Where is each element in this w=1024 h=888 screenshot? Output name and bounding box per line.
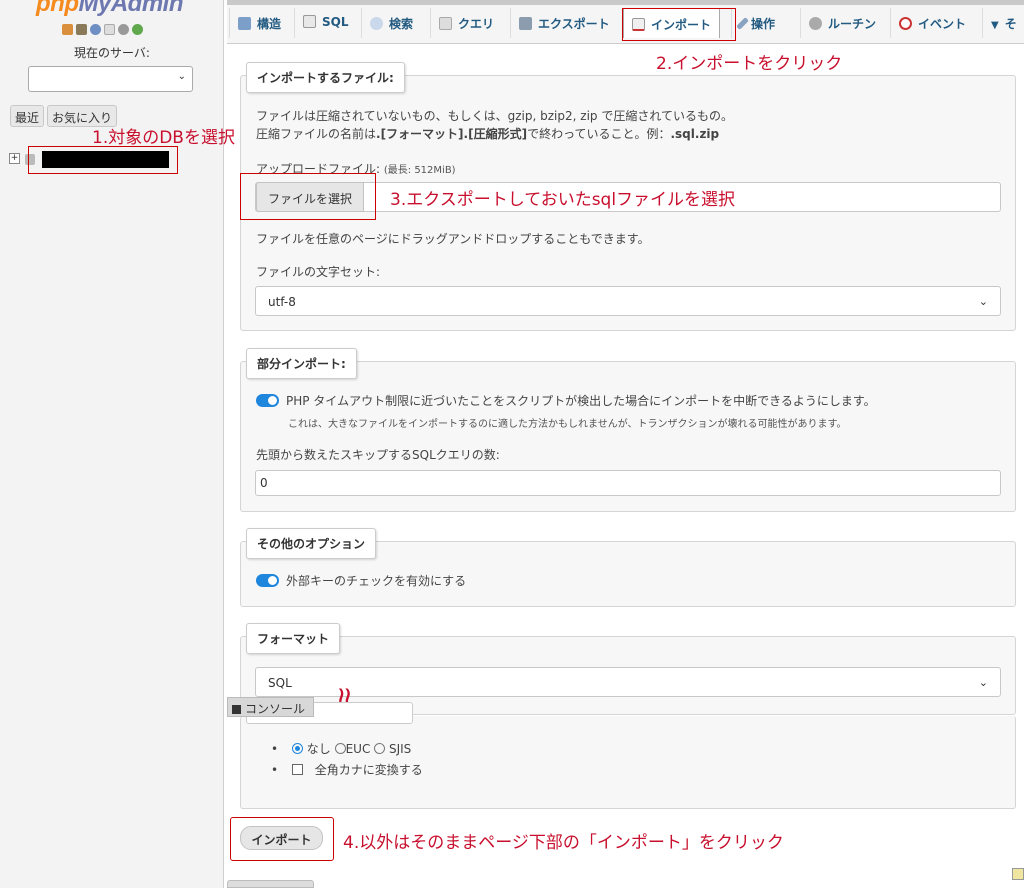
home-icon[interactable]	[62, 24, 73, 35]
kana-label: 全角カナに変換する	[314, 763, 423, 777]
skip-queries-input[interactable]: 0	[255, 470, 1001, 496]
tab-events[interactable]: イベント	[890, 8, 974, 38]
annotation-click-import-button: 4.以外はそのままページ下部の「インポート」をクリック	[343, 833, 784, 853]
file-desc-2-mid: で終わっていること。例：	[527, 127, 671, 141]
file-desc-1: ファイルは圧縮されていないもの、もしくは、gzip, bzip2, zip で圧…	[256, 109, 733, 123]
fieldset-format-options: • なし EUC SJIS • 全角カナに変換する	[240, 702, 1016, 809]
logo-text-myadmin: MyAdmin	[78, 0, 183, 17]
format-value: SQL	[268, 676, 292, 690]
tab-label: 操作	[751, 17, 776, 31]
clock-icon	[899, 17, 912, 30]
page-notes-icon[interactable]	[1012, 868, 1024, 880]
charset-label: ファイルの文字セット:	[256, 265, 381, 279]
tab-label: クエリ	[458, 17, 495, 31]
server-label: 現在のサーバ:	[74, 46, 150, 60]
tab-label: 構造	[257, 17, 282, 31]
radio-none[interactable]	[291, 743, 303, 754]
query-icon	[439, 17, 452, 30]
gear-icon[interactable]	[118, 24, 129, 35]
recent-button[interactable]: 最近	[10, 105, 45, 127]
tab-sql[interactable]: SQL	[294, 8, 357, 38]
help-icon[interactable]	[90, 24, 101, 35]
console-icon	[232, 705, 241, 714]
tab-label: イベント	[918, 17, 967, 31]
charset-value: utf-8	[268, 295, 296, 309]
tab-export[interactable]: エクスポート	[510, 8, 618, 38]
skip-queries-value: 0	[260, 476, 268, 490]
tab-search[interactable]: 検索	[361, 8, 421, 38]
logo-text-php: php	[36, 0, 79, 17]
console-toggle[interactable]: コンソール	[227, 697, 314, 717]
tab-more[interactable]: ▼ そ	[982, 8, 1024, 38]
tab-label: ルーチン	[828, 17, 877, 31]
annotation-select-db: 1.対象のDBを選択	[92, 128, 235, 148]
file-desc-2-example: .sql.zip	[670, 127, 720, 141]
allow-interrupt-label: PHP タイムアウト制限に近づいたことをスクリプトが検出した場合にインポートを中…	[286, 394, 876, 408]
docs-icon[interactable]	[104, 24, 115, 35]
tab-label: エクスポート	[538, 17, 610, 31]
wrench-icon	[736, 17, 749, 30]
fieldset-partial-import: 部分インポート: PHP タイムアウト制限に近づいたことをスクリプトが検出した場…	[240, 348, 1016, 512]
tab-structure[interactable]: 構造	[229, 8, 289, 38]
tab-operations[interactable]: 操作	[731, 8, 783, 38]
radio-sjis-label: SJIS	[388, 742, 412, 756]
bullet: •	[271, 742, 279, 756]
drag-drop-note: ファイルを任意のページにドラッグアンドドロップすることもできます。	[256, 232, 650, 246]
radio-sjis[interactable]	[374, 743, 386, 754]
annotation-click-import: 2.インポートをクリック	[656, 54, 843, 74]
bullet: •	[271, 763, 279, 777]
reload-icon[interactable]	[132, 24, 143, 35]
logout-icon[interactable]	[76, 24, 87, 35]
tab-query[interactable]: クエリ	[430, 8, 502, 38]
radio-euc-label: EUC	[345, 742, 371, 756]
legend-format: フォーマット	[246, 623, 341, 654]
file-desc-2-format: .[フォーマット].[圧縮形式]	[376, 127, 528, 141]
upload-max-size: (最長: 512MiB)	[383, 165, 456, 176]
sql-icon	[303, 15, 316, 28]
nav-icon-bar	[62, 24, 143, 35]
console-label: コンソール	[245, 702, 306, 716]
radio-none-label: なし	[306, 742, 331, 756]
format-select[interactable]: SQL ⌄	[255, 667, 1001, 697]
server-select[interactable]: ⌄	[28, 66, 193, 92]
annotation-box-choose-file	[240, 173, 376, 220]
structure-icon	[238, 17, 251, 30]
tab-label: そ	[1004, 17, 1017, 31]
legend-import-file: インポートするファイル:	[246, 62, 405, 93]
breadcrumb-strip	[227, 0, 1024, 5]
tab-label: SQL	[322, 15, 349, 29]
tab-label: 検索	[389, 17, 414, 31]
tab-routines[interactable]: ルーチン	[800, 8, 884, 38]
chevron-down-icon: ⌄	[978, 295, 988, 308]
fieldset-other-options: その他のオプション 外部キーのチェックを有効にする	[240, 528, 1016, 607]
chevron-down-icon: ▼	[991, 20, 999, 31]
foreign-key-label: 外部キーのチェックを有効にする	[286, 574, 467, 588]
charset-select[interactable]: utf-8 ⌄	[255, 286, 1001, 316]
allow-interrupt-toggle[interactable]	[256, 394, 279, 407]
tree-expand-icon[interactable]: +	[9, 153, 20, 164]
annotation-box-import-tab	[622, 8, 736, 41]
annotation-box-import-button	[230, 817, 334, 861]
kana-checkbox[interactable]	[291, 764, 303, 775]
annotation-box-db	[28, 146, 178, 174]
file-desc-2: 圧縮ファイルの名前は.[フォーマット].[圧縮形式]で終わっていること。例：.s…	[256, 125, 719, 142]
legend-partial-import: 部分インポート:	[246, 348, 357, 379]
chevron-down-icon: ⌄	[177, 71, 186, 82]
skip-queries-label: 先頭から数えたスキップするSQLクエリの数:	[256, 448, 500, 462]
file-desc-2-prefix: 圧縮ファイルの名前は	[256, 127, 377, 141]
foreign-key-toggle[interactable]	[256, 574, 279, 587]
encoding-options: • なし EUC SJIS	[271, 740, 411, 757]
annotation-choose-sql-file: 3.エクスポートしておいたsqlファイルを選択	[390, 190, 736, 210]
bottom-partial-element	[227, 880, 314, 888]
search-icon	[370, 17, 383, 30]
phpmyadmin-logo[interactable]: phpMyAdmin	[36, 0, 183, 18]
routines-icon	[809, 17, 822, 30]
radio-euc[interactable]	[334, 743, 346, 754]
legend-other-options: その他のオプション	[246, 528, 377, 559]
export-icon	[519, 17, 532, 30]
chevron-down-icon: ⌄	[978, 676, 988, 689]
allow-interrupt-note: これは、大きなファイルをインポートするのに適した方法かもしれませんが、トランザク…	[288, 419, 847, 430]
kana-option: • 全角カナに変換する	[271, 761, 423, 778]
